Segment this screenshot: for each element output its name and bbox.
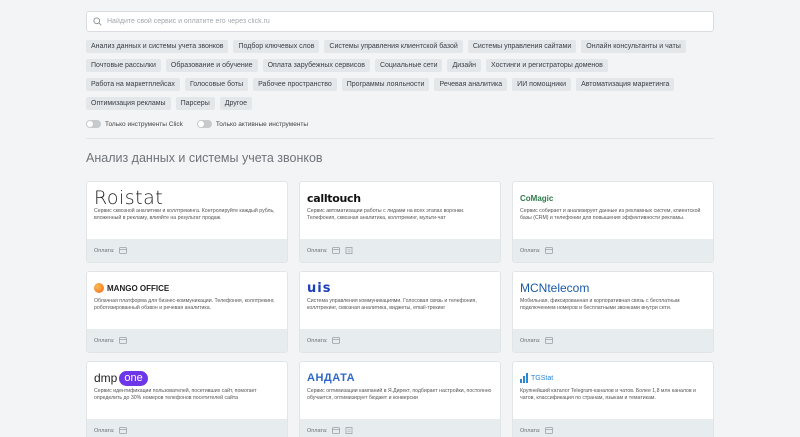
payment-row: Оплата:	[513, 239, 713, 262]
payment-label: Оплата:	[307, 247, 328, 254]
payment-label: Оплата:	[94, 247, 115, 254]
service-card-roistat[interactable]: Roistat Сервис сквозной аналитики и колл…	[86, 181, 288, 263]
tag-parsers[interactable]: Парсеры	[175, 97, 215, 110]
service-description: Сервис автоматизации работы с лидами на …	[307, 208, 465, 221]
card-icon	[332, 247, 341, 254]
invoice-icon	[346, 427, 353, 434]
logo: CoMagic	[520, 193, 554, 203]
toggle-switch[interactable]	[196, 120, 212, 128]
payment-label: Оплата:	[307, 337, 328, 344]
invoice-icon	[346, 247, 353, 254]
tag-ad-optimization[interactable]: Оптимизация рекламы	[86, 97, 171, 110]
card-icon	[119, 247, 128, 254]
toggle-switch[interactable]	[86, 120, 101, 128]
payment-label: Оплата:	[307, 427, 328, 434]
service-card-uis[interactable]: uis Система управления коммуникациями. Г…	[299, 271, 501, 353]
card-icon	[332, 337, 341, 344]
card-icon	[119, 337, 128, 344]
tag-workspace[interactable]: Рабочее пространство	[253, 78, 337, 91]
payment-label: Оплата:	[520, 337, 541, 344]
service-card-mango[interactable]: MANGO OFFICE Облачная платформа для бизн…	[86, 271, 288, 353]
tag-chats[interactable]: Онлайн консультанты и чаты	[581, 40, 686, 53]
tag-foreign-payments[interactable]: Оплата зарубежных сервисов	[262, 59, 370, 72]
tag-hosting[interactable]: Хостинги и регистраторы доменов	[486, 59, 608, 72]
logo: TGStat	[520, 368, 553, 388]
service-description: Облачная платформа для бизнес-коммуникац…	[94, 298, 275, 311]
logo: АНДАТА	[307, 372, 356, 384]
service-description: Крупнейший каталог Telegram-каналов и ча…	[520, 388, 696, 401]
service-card-calltouch[interactable]: calltouch Сервис автоматизации работы с …	[299, 181, 501, 263]
search-icon	[93, 17, 102, 26]
mango-logo-icon	[94, 283, 104, 293]
toggle-click-only[interactable]: Только инструменты Click	[86, 120, 183, 128]
logo: MCNtelecom	[520, 281, 590, 295]
tag-loyalty[interactable]: Программы лояльности	[341, 78, 430, 91]
card-icon	[332, 427, 341, 434]
card-icon	[545, 427, 554, 434]
payment-row: Оплата:	[513, 329, 713, 352]
payment-row: Оплата:	[300, 419, 500, 437]
service-description: Мобильная, фиксированная и корпоративная…	[520, 298, 680, 311]
payment-row: Оплата:	[300, 329, 500, 352]
service-card-dmp-one[interactable]: dmp one Сервис идентификации пользователе…	[86, 361, 288, 437]
service-card-andata[interactable]: АНДАТА Сервис оптимизации кампаний в Я.Д…	[299, 361, 501, 437]
service-description: Система управления коммуникациями. Голос…	[307, 298, 477, 311]
payment-label: Оплата:	[520, 427, 541, 434]
payment-row: Оплата:	[87, 329, 287, 352]
toggle-label: Только инструменты Click	[105, 120, 183, 128]
service-description: Сервис сквозной аналитики и коллтрекинга…	[94, 208, 275, 221]
tag-education[interactable]: Образование и обучение	[165, 59, 258, 72]
filter-toggles: Только инструменты Click Только активные…	[86, 120, 714, 128]
section-title: Анализ данных и системы учета звонков	[86, 151, 323, 165]
payment-row: Оплата:	[513, 419, 713, 437]
logo: MANGO OFFICE	[94, 278, 169, 298]
payment-row: Оплата:	[87, 419, 287, 437]
tag-analytics[interactable]: Анализ данных и системы учета звонков	[86, 40, 229, 53]
payment-label: Оплата:	[94, 337, 115, 344]
service-card-mcntelecom[interactable]: MCNtelecom Мобильная, фиксированная и ко…	[512, 271, 714, 353]
service-description: Сервис идентификации пользователей, посе…	[94, 388, 257, 401]
tag-speech[interactable]: Речевая аналитика	[434, 78, 508, 91]
tag-mailing[interactable]: Почтовые рассылки	[86, 59, 161, 72]
service-description: Сервис собирает и анализирует данные из …	[520, 208, 701, 221]
tag-social[interactable]: Социальные сети	[374, 59, 443, 72]
search-box[interactable]	[86, 11, 714, 32]
payment-label: Оплата:	[520, 247, 541, 254]
service-card-tgstat[interactable]: TGStat Крупнейший каталог Telegram-канал…	[512, 361, 714, 437]
tag-crm[interactable]: Системы управления клиентской базой	[324, 40, 463, 53]
tag-cms[interactable]: Системы управления сайтами	[467, 40, 577, 53]
logo: calltouch	[307, 191, 361, 205]
divider	[86, 138, 714, 139]
card-icon	[545, 337, 554, 344]
card-icon	[119, 427, 128, 434]
service-card-comagic[interactable]: CoMagic Сервис собирает и анализирует да…	[512, 181, 714, 263]
services-grid: Roistat Сервис сквозной аналитики и колл…	[86, 181, 714, 437]
tag-ai[interactable]: ИИ помощники	[512, 78, 572, 91]
tag-voice-bots[interactable]: Голосовые боты	[184, 78, 249, 91]
tag-marketplaces[interactable]: Работа на маркетплейсах	[86, 78, 180, 91]
toggle-active-only[interactable]: Только активные инструменты	[196, 120, 309, 128]
one-badge: one	[119, 370, 148, 386]
logo: Roistat	[94, 187, 164, 209]
card-icon	[545, 247, 554, 254]
logo: uis	[307, 280, 332, 296]
payment-row: Оплата:	[87, 239, 287, 262]
tag-automation[interactable]: Автоматизация маркетинга	[576, 78, 675, 91]
payment-label: Оплата:	[94, 427, 115, 434]
main-container: Анализ данных и системы учета звонков По…	[86, 11, 714, 165]
service-description: Сервис оптимизации кампаний в Я.Директ, …	[307, 388, 492, 401]
toggle-label: Только активные инструменты	[215, 120, 309, 128]
logo: dmp one	[94, 368, 148, 388]
dmp-logo-text: dmp	[94, 371, 118, 385]
tgstat-logo-icon	[520, 373, 528, 383]
tag-design[interactable]: Дизайн	[447, 59, 482, 72]
tag-other[interactable]: Другое	[219, 97, 252, 110]
payment-row: Оплата:	[300, 239, 500, 262]
category-tags: Анализ данных и системы учета звонков По…	[86, 40, 696, 110]
tag-keywords[interactable]: Подбор ключевых слов	[233, 40, 320, 53]
search-input[interactable]	[107, 18, 667, 25]
